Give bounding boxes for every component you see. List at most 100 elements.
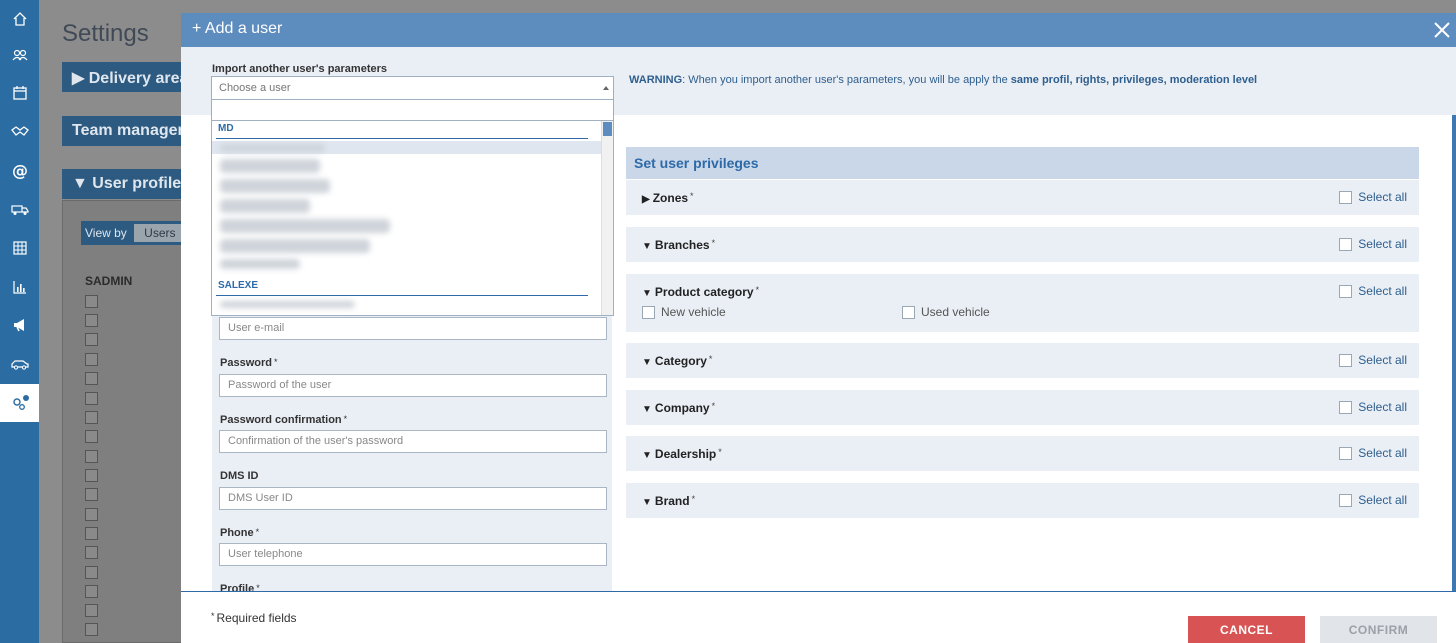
checkbox[interactable] [1339,353,1353,367]
checkbox[interactable] [902,305,915,319]
choose-user-select[interactable]: Choose a user [211,76,614,100]
add-user-modal: + Add a user Import another user's param… [181,13,1456,643]
collapse-icon[interactable]: ▼ [642,497,652,508]
dropdown-scrollbar[interactable] [601,121,613,315]
row-checkbox[interactable] [85,411,98,424]
handshake-icon[interactable] [0,112,39,150]
caret-up-icon [603,86,609,90]
row-checkbox[interactable] [85,450,98,463]
checkbox[interactable] [1339,446,1353,460]
row-checkbox[interactable] [85,392,98,405]
checkbox[interactable] [1339,493,1353,507]
group-divider [216,138,588,139]
at-icon[interactable]: @ [0,151,39,189]
privilege-name: ▼ Company * [642,401,716,415]
password-confirm-field[interactable]: Confirmation of the user's password [219,430,607,453]
scroll-thumb[interactable] [603,122,612,136]
modal-title: + Add a user [192,20,283,37]
select-all-category[interactable]: Select all [1339,353,1407,367]
password-field[interactable]: Password of the user [219,374,607,397]
view-by-users-button[interactable]: Users [134,224,181,242]
privilege-name: ▼ Product category * [642,285,760,299]
row-checkbox[interactable] [85,488,98,501]
row-checkbox[interactable] [85,508,98,521]
email-field[interactable]: User e-mail [219,317,607,340]
redacted-user-name [220,239,370,253]
redacted-user-name [220,159,320,173]
select-all-product-category[interactable]: Select all [1339,284,1407,298]
truck-icon[interactable] [0,190,39,228]
people-icon[interactable] [0,36,39,74]
privilege-row-zones[interactable]: ▶ Zones * Select all [626,180,1419,215]
password-confirm-label: Password confirmation * [220,414,348,426]
row-checkbox[interactable] [85,333,98,346]
select-all-company[interactable]: Select all [1339,400,1407,414]
page-title: Settings [62,20,149,47]
calendar-icon[interactable] [0,74,39,112]
section-team-management[interactable]: Team managem [62,116,192,146]
dms-id-label: DMS ID [220,470,259,482]
view-by-bar: View by Users [81,221,181,245]
checkbox[interactable] [1339,284,1353,298]
row-checkbox[interactable] [85,623,98,636]
close-icon[interactable] [1430,18,1454,42]
phone-label: Phone * [220,527,260,539]
checkbox[interactable] [642,305,655,319]
row-checkbox[interactable] [85,372,98,385]
home-icon[interactable] [0,0,39,38]
select-all-brand[interactable]: Select all [1339,493,1407,507]
dropdown-group-label: SALEXE [218,280,259,291]
row-checkbox[interactable] [85,353,98,366]
section-delivery-area[interactable]: ▶ Delivery area [62,62,192,92]
dms-id-field[interactable]: DMS User ID [219,487,607,510]
row-checkbox[interactable] [85,295,98,308]
row-checkbox[interactable] [85,604,98,617]
group-divider [216,295,588,296]
privilege-row-product-category[interactable]: ▼ Product category * Select all New vehicl… [626,274,1419,332]
checkbox[interactable] [1339,237,1353,251]
row-checkbox[interactable] [85,430,98,443]
bar-chart-icon[interactable] [0,268,39,306]
megaphone-icon[interactable] [0,306,39,344]
table-icon[interactable] [0,229,39,267]
collapse-icon[interactable]: ▼ [642,241,652,252]
row-checkbox[interactable] [85,314,98,327]
privilege-row-brand[interactable]: ▼ Brand * Select all [626,483,1419,518]
gears-icon[interactable] [0,384,39,422]
user-dropdown-list: MD SALEXE [211,120,614,316]
row-checkbox[interactable] [85,469,98,482]
expand-icon[interactable]: ▶ [642,194,650,205]
privilege-name: ▼ Brand * [642,494,696,508]
select-all-branches[interactable]: Select all [1339,237,1407,251]
select-placeholder: Choose a user [219,82,291,94]
checkbox[interactable] [1339,400,1353,414]
row-checkbox[interactable] [85,527,98,540]
privileges-header: Set user privileges [626,147,1419,179]
phone-field[interactable]: User telephone [219,543,607,566]
option-new-vehicle[interactable]: New vehicle [642,305,726,319]
cancel-button[interactable]: CANCEL [1188,616,1305,643]
confirm-button[interactable]: CONFIRM [1320,616,1437,643]
row-checkbox[interactable] [85,546,98,559]
car-icon[interactable] [0,345,39,383]
select-all-dealership[interactable]: Select all [1339,446,1407,460]
redacted-user-name [220,179,330,193]
checkbox[interactable] [1339,190,1353,204]
collapse-icon[interactable]: ▼ [642,357,652,368]
collapse-icon[interactable]: ▼ [642,288,652,299]
row-checkbox[interactable] [85,566,98,579]
privileges-panel: Set user privileges ▶ Zones * Select all ▼… [613,115,1456,591]
scrollbar[interactable] [1452,115,1456,591]
collapse-icon[interactable]: ▼ [642,450,652,461]
row-checkbox[interactable] [85,585,98,598]
privilege-row-dealership[interactable]: ▼ Dealership * Select all [626,436,1419,471]
section-user-profiles[interactable]: ▼ User profiles : [62,169,192,199]
svg-text:@: @ [12,161,28,179]
privilege-row-branches[interactable]: ▼ Branches * Select all [626,227,1419,262]
option-used-vehicle[interactable]: Used vehicle [902,305,990,319]
select-all-zones[interactable]: Select all [1339,190,1407,204]
privilege-row-category[interactable]: ▼ Category * Select all [626,343,1419,378]
privilege-row-company[interactable]: ▼ Company * Select all [626,390,1419,425]
dropdown-search-input[interactable] [211,100,614,120]
collapse-icon[interactable]: ▼ [642,404,652,415]
